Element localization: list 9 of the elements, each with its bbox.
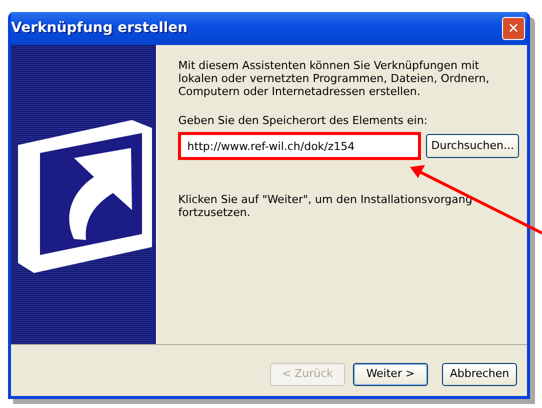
location-field[interactable]: http://www.ref-wil.ch/dok/z154 <box>178 132 422 160</box>
window-title: Verknüpfung erstellen <box>11 19 188 38</box>
intro-text: Mit diesem Assistenten können Sie Verknüpfungen mit lokalen oder vernetzten Programmen, Dateien, Ordnern, Computern oder Internetadressen erstellen. <box>178 59 490 98</box>
hint-text: Klicken Sie auf "Weiter", um den Installationsvorgang fortzusetzen. <box>178 193 474 219</box>
wizard-button[interactable]: Abbrechen <box>442 363 517 386</box>
location-label: Geben Sie den Speicherort des Elements ein: <box>178 114 428 127</box>
wizard-button[interactable]: Weiter > <box>353 363 428 386</box>
browse-button[interactable]: Durchsuchen... <box>426 134 519 158</box>
close-button[interactable]: ✕ <box>502 17 525 40</box>
